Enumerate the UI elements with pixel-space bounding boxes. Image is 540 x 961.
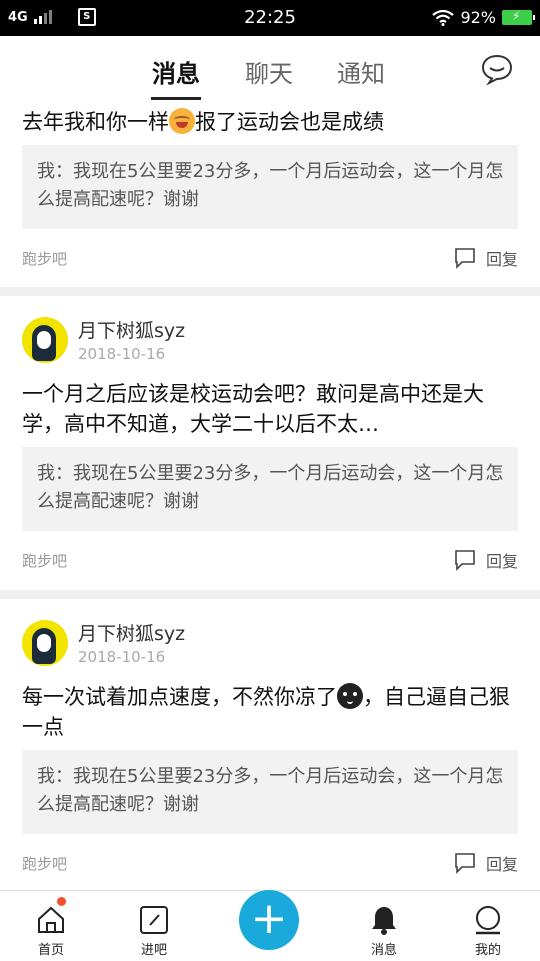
unread-dot (57, 897, 66, 906)
bell-icon (372, 907, 396, 935)
forum-tag[interactable]: 跑步吧 (22, 853, 67, 874)
face-emoji-icon (337, 683, 363, 709)
post-date: 2018-10-16 (78, 648, 166, 666)
avatar[interactable] (22, 620, 68, 666)
reply-button[interactable]: 回复 (454, 851, 518, 875)
reply-card[interactable]: 月下树狐syz 2018-10-16 一个月之后应该是校运动会吧？敢问是高中还是… (0, 296, 540, 590)
reply-content: 每一次试着加点速度，不然你凉了 ，自己逼自己狠一点 (22, 683, 510, 739)
reply-content: 一个月之后应该是校运动会吧？敢问是高中还是大学，高中不知道，大学二十以后不太… (22, 382, 484, 436)
top-tab-bar: 消息 聊天 通知 (0, 36, 540, 101)
battery-percent: 92% (460, 8, 496, 27)
nav-profile[interactable]: 我的 (458, 903, 518, 958)
comment-icon (455, 248, 475, 269)
quoted-post[interactable]: 我：我现在5公里要23分多，一个月后运动会，这一个月怎么提高配速呢？谢谢 (22, 145, 518, 229)
status-bar: 4G S 22:25 92% ⚡ (0, 0, 540, 36)
username[interactable]: 月下树狐syz (78, 316, 185, 343)
nav-home[interactable]: 首页 (21, 897, 81, 958)
tab-notifications[interactable]: 通知 (337, 54, 385, 89)
comment-icon (455, 853, 475, 874)
reply-button[interactable]: 回复 (454, 246, 518, 270)
create-post-button[interactable]: + (239, 890, 299, 950)
battery-icon: ⚡ (502, 9, 535, 25)
nav-enter-bar[interactable]: 进吧 (124, 903, 184, 958)
forum-tag[interactable]: 跑步吧 (22, 248, 67, 269)
home-icon (38, 906, 64, 933)
avatar[interactable] (22, 317, 68, 363)
nav-messages[interactable]: 消息 (354, 903, 414, 958)
quoted-post[interactable]: 我：我现在5公里要23分多，一个月后运动会，这一个月怎么提高配速呢？谢谢 (22, 750, 518, 834)
profile-icon (476, 906, 500, 935)
reply-card[interactable]: 去年我和你一样 报了运动会也是成绩 我：我现在5公里要23分多，一个月后运动会，这… (0, 100, 540, 287)
smile-emoji-icon (169, 108, 195, 134)
tab-messages[interactable]: 消息 (152, 54, 200, 89)
message-feed[interactable]: 去年我和你一样 报了运动会也是成绩 我：我现在5公里要23分多，一个月后运动会，这… (0, 100, 540, 890)
post-date: 2018-10-16 (78, 345, 166, 363)
comment-icon (455, 550, 475, 571)
chat-bubble-icon[interactable] (480, 53, 514, 85)
username[interactable]: 月下树狐syz (78, 619, 185, 646)
enter-bar-icon (140, 906, 168, 934)
quoted-post[interactable]: 我：我现在5公里要23分多，一个月后运动会，这一个月怎么提高配速呢？谢谢 (22, 447, 518, 531)
reply-button[interactable]: 回复 (454, 548, 518, 572)
wifi-icon (432, 9, 455, 26)
reply-card[interactable]: 月下树狐syz 2018-10-16 每一次试着加点速度，不然你凉了 ，自己逼自己… (0, 599, 540, 890)
plus-icon: + (250, 893, 288, 944)
bottom-navigation: 首页 进吧 + 消息 我的 (0, 890, 540, 961)
tab-chat[interactable]: 聊天 (245, 54, 293, 89)
reply-content: 去年我和你一样 报了运动会也是成绩 (22, 108, 384, 134)
forum-tag[interactable]: 跑步吧 (22, 550, 67, 571)
